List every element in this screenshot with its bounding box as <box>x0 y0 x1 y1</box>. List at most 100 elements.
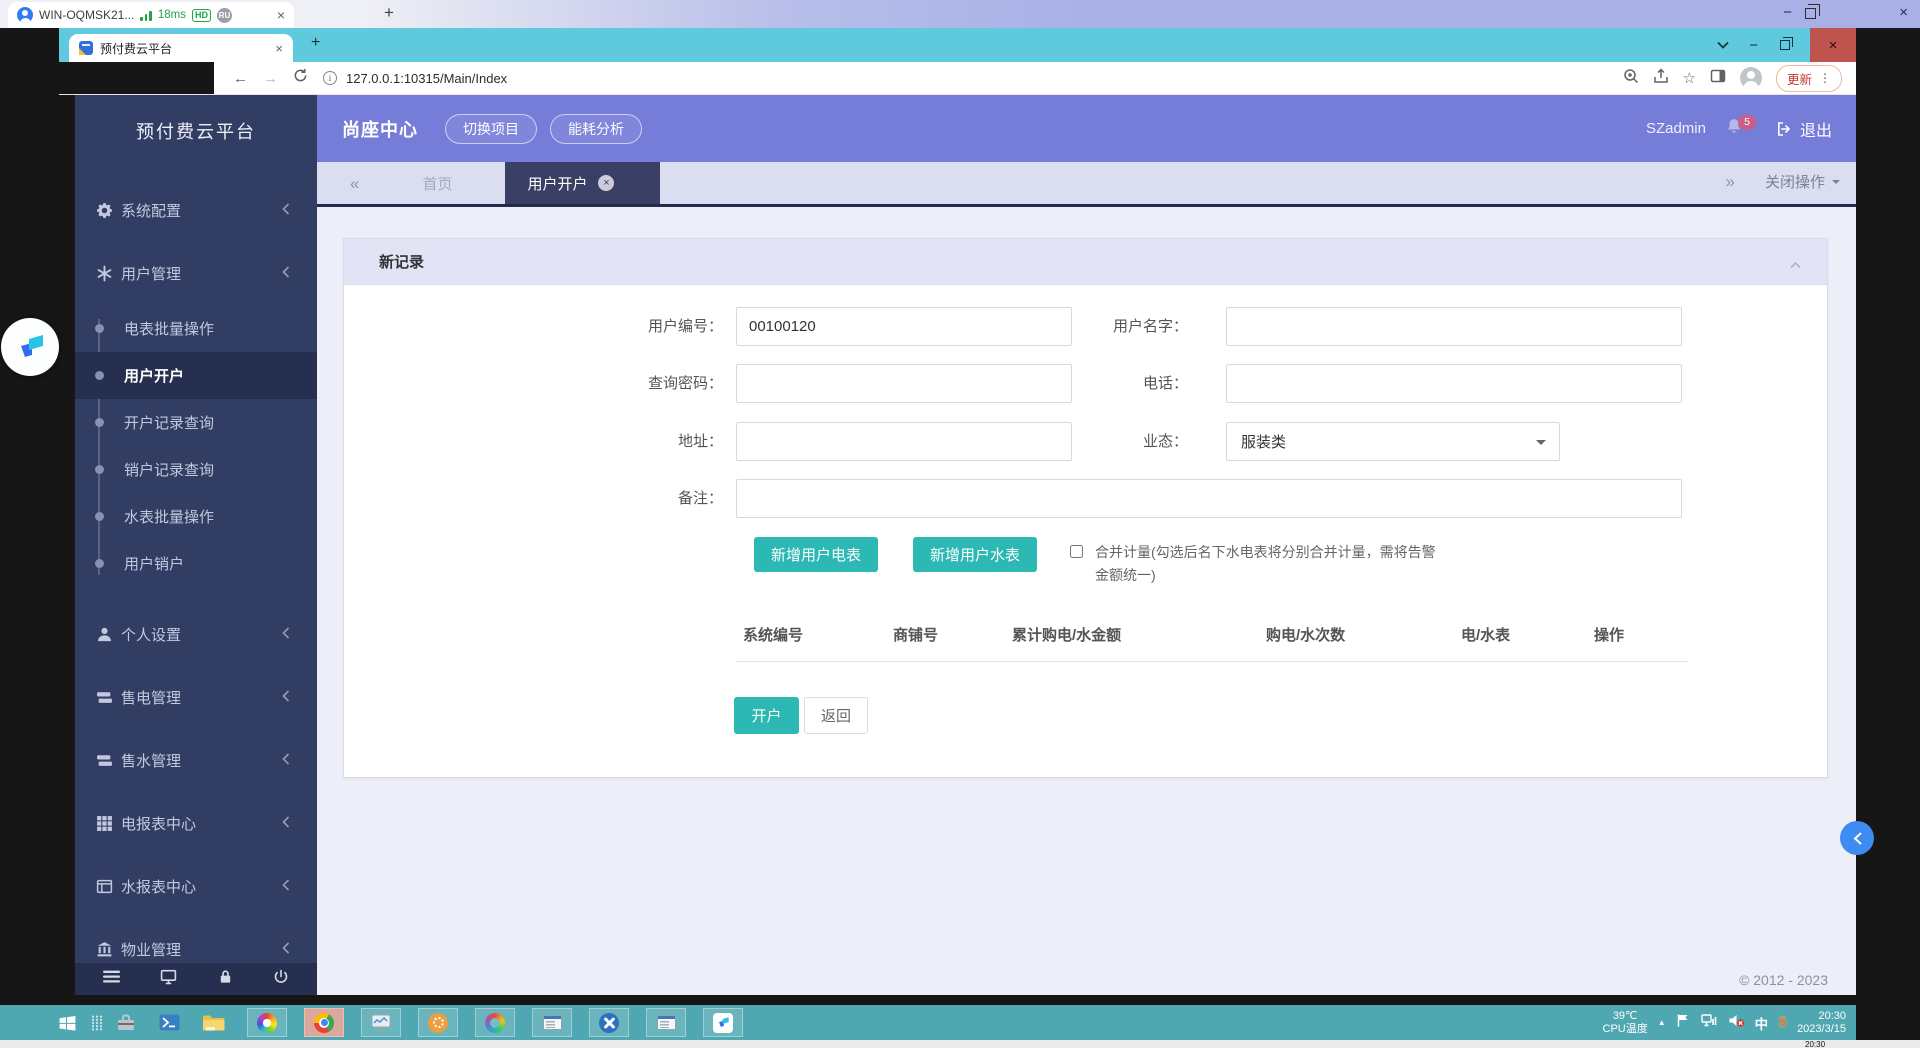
todesk-restore-icon[interactable] <box>1805 8 1816 19</box>
network-icon[interactable] <box>1701 1013 1718 1033</box>
taskbar-file-explorer-icon[interactable] <box>202 1014 225 1032</box>
phone-input[interactable] <box>1226 364 1682 403</box>
address-bar[interactable]: i 127.0.0.1:10315/Main/Index <box>323 71 1608 86</box>
new-tab-button[interactable]: + <box>311 34 320 52</box>
zoom-icon[interactable] <box>1623 68 1639 89</box>
sidebar-item-water-report-center[interactable]: 水报表中心 <box>75 855 317 918</box>
browser-toolbar: ← → i 127.0.0.1:10315/Main/Index ☆ <box>59 62 1856 95</box>
cpu-temp-value: 39℃ <box>1613 1010 1638 1022</box>
address-input[interactable] <box>736 422 1072 461</box>
sogou-input-icon[interactable]: S <box>1778 1014 1787 1032</box>
todesk-close-icon[interactable]: × <box>1899 4 1908 22</box>
sidebar-item-electric-sales[interactable]: 售电管理 <box>75 666 317 729</box>
open-account-button[interactable]: 开户 <box>734 697 799 734</box>
user-name-input[interactable] <box>1226 307 1682 346</box>
tab-open-account[interactable]: 用户开户 × <box>505 162 660 204</box>
close-operations-dropdown[interactable]: 关闭操作 <box>1765 171 1840 192</box>
power-icon[interactable] <box>273 969 289 990</box>
energy-analysis-button[interactable]: 能耗分析 <box>550 114 642 144</box>
sidebar-item-water-meter-batch[interactable]: 水表批量操作 <box>75 493 317 540</box>
browser-restore-icon[interactable] <box>1780 40 1790 50</box>
merge-metering-checkbox[interactable] <box>1070 545 1083 558</box>
todesk-floating-ball[interactable] <box>1 318 59 376</box>
tray-expand-icon[interactable]: ▲ <box>1658 1018 1666 1027</box>
user-no-input[interactable] <box>736 307 1072 346</box>
browser-menu-icon[interactable]: ⋮ <box>1819 72 1831 84</box>
gear-icon <box>96 202 113 219</box>
taskbar-app-monitor[interactable] <box>361 1008 401 1037</box>
tab-search-chevron-icon[interactable] <box>1717 36 1729 54</box>
todesk-minimize-icon[interactable]: − <box>1783 4 1792 22</box>
reload-icon[interactable] <box>293 68 308 88</box>
forward-icon[interactable]: → <box>263 71 278 86</box>
business-type-select[interactable]: 服装类 <box>1226 422 1560 461</box>
side-panel-icon[interactable] <box>1710 68 1726 89</box>
taskbar-clock[interactable]: 20:30 2023/3/15 <box>1797 1010 1846 1036</box>
remark-input[interactable] <box>736 479 1682 518</box>
taskbar-server-manager-icon[interactable] <box>115 1014 137 1032</box>
collapse-side-widget-button[interactable] <box>1840 821 1874 855</box>
new-session-button[interactable]: + <box>384 3 394 23</box>
ime-indicator[interactable]: 中 <box>1755 1013 1769 1033</box>
sidebar-item-water-sales[interactable]: 售水管理 <box>75 729 317 792</box>
sidebar-item-personal-settings[interactable]: 个人设置 <box>75 603 317 666</box>
close-tab-icon[interactable]: × <box>275 42 283 55</box>
update-browser-button[interactable]: 更新 ⋮ <box>1776 65 1842 92</box>
phone-label: 电话： <box>1038 364 1188 403</box>
back-icon[interactable]: ← <box>233 71 248 86</box>
cpu-temp-label: CPU温度 <box>1603 1023 1648 1035</box>
taskbar-chrome[interactable] <box>304 1008 344 1037</box>
close-tab-circle-icon[interactable]: × <box>598 175 614 191</box>
app-header: 尚座中心 切换项目 能耗分析 SZadmin 5 退出 <box>317 95 1856 162</box>
scroll-tabs-right-icon[interactable]: » <box>1726 173 1735 190</box>
monitor-icon[interactable] <box>160 968 177 990</box>
sidebar-item-system-config[interactable]: 系统配置 <box>75 179 317 242</box>
table-header-purchase-times: 购电/水次数 <box>1266 624 1345 645</box>
sidebar-item-meter-batch[interactable]: 电表批量操作 <box>75 305 317 352</box>
user-no-label: 用户编号： <box>573 307 723 346</box>
submenu-label: 用户开户 <box>124 365 184 386</box>
browser-tab[interactable]: 预付费云平台 × <box>69 34 293 62</box>
sidebar-item-user-management[interactable]: 用户管理 <box>75 242 317 305</box>
todesk-session-tab[interactable]: WIN-OQMSK21... 18ms HD RU × <box>8 2 294 28</box>
tab-home[interactable]: 首页 <box>401 173 473 194</box>
sidebar-item-open-record-query[interactable]: 开户记录查询 <box>75 399 317 446</box>
site-info-icon[interactable]: i <box>323 71 337 85</box>
browser-close-icon[interactable]: × <box>1810 28 1856 62</box>
taskbar-todesk[interactable] <box>703 1008 743 1037</box>
close-session-icon[interactable]: × <box>277 8 285 22</box>
taskbar-powershell-icon[interactable] <box>159 1014 180 1031</box>
taskbar-app-form1[interactable] <box>532 1008 572 1037</box>
add-electric-meter-button[interactable]: 新增用户电表 <box>754 537 878 572</box>
sidebar-item-property-management[interactable]: 物业管理 <box>75 918 317 963</box>
sidebar-item-electric-report-center[interactable]: 电报表中心 <box>75 792 317 855</box>
volume-muted-icon[interactable] <box>1728 1013 1745 1033</box>
add-water-meter-button[interactable]: 新增用户水表 <box>913 537 1037 572</box>
action-center-flag-icon[interactable] <box>1676 1013 1691 1033</box>
taskbar-app-globe-tools[interactable] <box>589 1008 629 1037</box>
back-button[interactable]: 返回 <box>804 697 868 734</box>
system-tray: 39℃ CPU温度 ▲ 中 S 20:30 2023/3/15 <box>1603 1010 1857 1036</box>
password-input[interactable] <box>736 364 1072 403</box>
collapse-panel-icon[interactable] <box>1790 256 1801 274</box>
logout-button[interactable]: 退出 <box>1776 117 1832 141</box>
browser-minimize-icon[interactable]: − <box>1749 37 1758 54</box>
bookmark-star-icon[interactable]: ☆ <box>1683 71 1696 86</box>
lock-icon[interactable] <box>218 969 233 989</box>
sidebar-footer-bar <box>75 963 317 995</box>
web-page: 预付费云平台 系统配置 用户管理 电表批量操作 用 <box>59 95 1856 995</box>
notification-bell[interactable]: 5 <box>1725 116 1753 142</box>
start-button[interactable] <box>58 1014 77 1031</box>
sidebar-item-open-account[interactable]: 用户开户 <box>75 352 317 399</box>
menu-hamburger-icon[interactable] <box>103 968 120 990</box>
profile-avatar[interactable] <box>1740 67 1762 89</box>
share-icon[interactable] <box>1653 68 1669 89</box>
taskbar-app-form2[interactable] <box>646 1008 686 1037</box>
taskbar-app-gear[interactable] <box>418 1008 458 1037</box>
scroll-tabs-left-icon[interactable]: « <box>350 175 359 192</box>
taskbar-app-wheel[interactable] <box>247 1008 287 1037</box>
sidebar-item-close-account[interactable]: 用户销户 <box>75 540 317 587</box>
sidebar-item-close-record-query[interactable]: 销户记录查询 <box>75 446 317 493</box>
switch-project-button[interactable]: 切换项目 <box>445 114 537 144</box>
taskbar-app-ribbon[interactable] <box>475 1008 515 1037</box>
